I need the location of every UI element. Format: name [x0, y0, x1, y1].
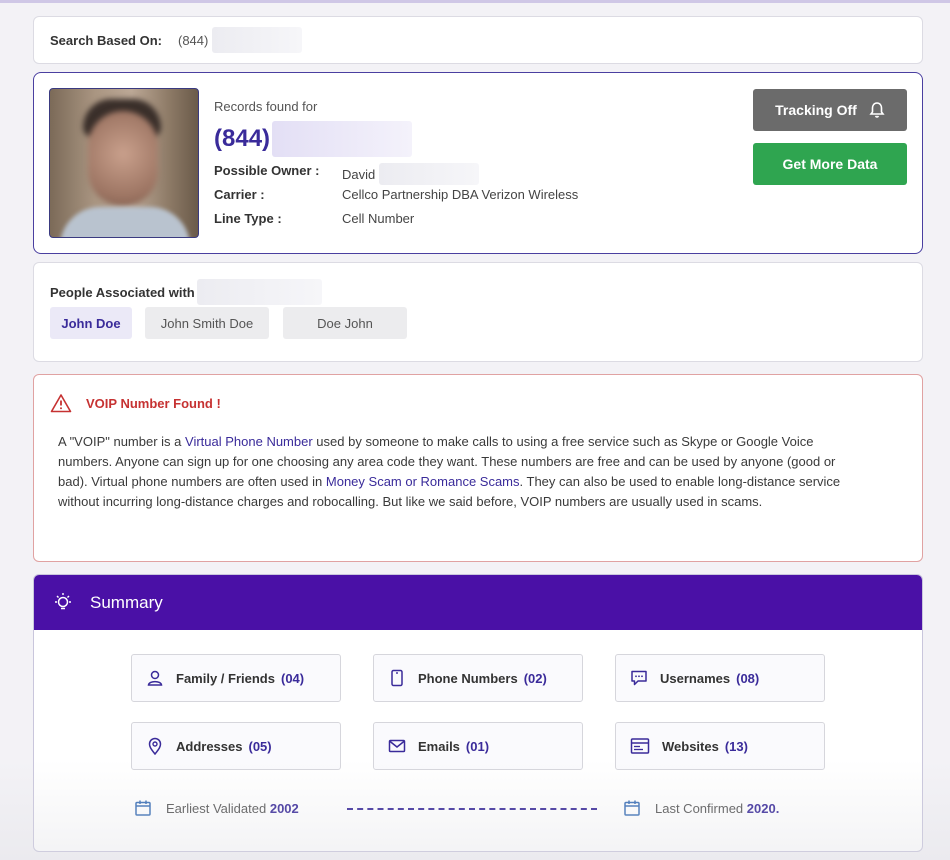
owner-photo [49, 88, 199, 238]
owner-row: Possible Owner : David [214, 163, 480, 185]
last-confirmed-year: 2020. [746, 800, 780, 816]
tracking-button-label: Tracking Off [775, 102, 857, 118]
owner-value: David [342, 166, 376, 182]
carrier-row: Carrier : Cellco Partnership DBA Verizon… [214, 187, 578, 202]
browser-icon [630, 738, 650, 754]
addresses-tile[interactable]: Addresses (05) [131, 722, 341, 770]
phone-icon [391, 669, 403, 687]
money-scam-link[interactable]: Money Scam or Romance Scams [326, 474, 520, 489]
people-associated-card: People Associated with John Doe John Smi… [33, 262, 923, 362]
tracking-toggle-button[interactable]: Tracking Off [753, 89, 907, 131]
search-label: Search Based On: [50, 32, 162, 48]
tile-label: Emails [418, 738, 460, 754]
tile-count: (13) [724, 738, 748, 754]
websites-tile[interactable]: Websites (13) [615, 722, 825, 770]
summary-header: Summary [34, 575, 922, 630]
carrier-label: Carrier : [214, 187, 265, 202]
people-title-row: People Associated with [50, 279, 322, 305]
person-chip[interactable]: Doe John [283, 307, 407, 339]
tile-count: (01) [465, 738, 490, 754]
summary-title: Summary [90, 592, 163, 612]
tile-label: Usernames [660, 670, 731, 686]
person-chip[interactable]: John Smith Doe [145, 307, 269, 339]
redacted-number [212, 27, 303, 53]
family-friends-tile[interactable]: Family / Friends (04) [131, 654, 341, 702]
line-type-value: Cell Number [342, 211, 415, 226]
lightbulb-icon [55, 592, 71, 609]
tile-count: (08) [736, 670, 760, 686]
voip-description: A "VOIP" number is a Virtual Phone Numbe… [58, 432, 848, 512]
top-accent-line [0, 0, 950, 3]
get-more-data-button[interactable]: Get More Data [753, 143, 907, 185]
redacted-name [196, 279, 322, 305]
last-confirmed: Last Confirmed 2020. [623, 799, 779, 817]
calendar-icon [135, 800, 151, 816]
phone-number: (844) [214, 125, 271, 152]
last-confirmed-label: Last Confirmed [655, 800, 744, 816]
tile-count: (04) [280, 670, 305, 686]
timeline-dashed-line [347, 808, 597, 810]
owner-label: Possible Owner : [214, 163, 320, 178]
earliest-validated: Earliest Validated 2002 [134, 799, 299, 817]
voip-title: VOIP Number Found ! [86, 395, 221, 411]
bell-icon [869, 102, 885, 118]
virtual-phone-number-link[interactable]: Virtual Phone Number [185, 434, 313, 449]
earliest-year: 2002 [269, 800, 299, 816]
warning-triangle-icon [50, 394, 72, 413]
tile-label: Addresses [176, 738, 243, 754]
voip-text-part: A "VOIP" number is a [58, 434, 186, 449]
calendar-icon [624, 800, 640, 816]
envelope-icon [388, 739, 406, 753]
user-icon [147, 670, 163, 686]
tile-label: Phone Numbers [418, 670, 518, 686]
records-found-label: Records found for [214, 99, 318, 114]
location-pin-icon [148, 737, 162, 755]
tile-label: Websites [662, 738, 719, 754]
record-card: Records found for (844) Possible Owner :… [33, 72, 923, 254]
search-value: (844) [178, 32, 209, 48]
phone-numbers-tile[interactable]: Phone Numbers (02) [373, 654, 583, 702]
voip-warning-card: VOIP Number Found ! A "VOIP" number is a… [33, 374, 923, 562]
phone-number-heading: (844) [214, 121, 413, 157]
line-type-row: Line Type : Cell Number [214, 211, 414, 226]
tile-count: (02) [523, 670, 547, 686]
line-type-label: Line Type : [214, 211, 282, 226]
chat-icon [631, 670, 647, 686]
earliest-label: Earliest Validated [166, 800, 267, 816]
people-title: People Associated with [50, 284, 195, 300]
voip-title-row: VOIP Number Found ! [50, 393, 221, 413]
carrier-value: Cellco Partnership DBA Verizon Wireless [342, 187, 579, 202]
search-summary-bar: Search Based On: (844) [33, 16, 923, 64]
person-chip[interactable]: John Doe [50, 307, 132, 339]
tile-count: (05) [248, 738, 272, 754]
emails-tile[interactable]: Emails (01) [373, 722, 583, 770]
redacted-owner [379, 163, 480, 185]
tile-label: Family / Friends [176, 670, 275, 686]
usernames-tile[interactable]: Usernames (08) [615, 654, 825, 702]
redacted-phone [272, 121, 413, 157]
summary-panel: Summary Family / Friends (04) Phone Numbe… [33, 574, 923, 852]
